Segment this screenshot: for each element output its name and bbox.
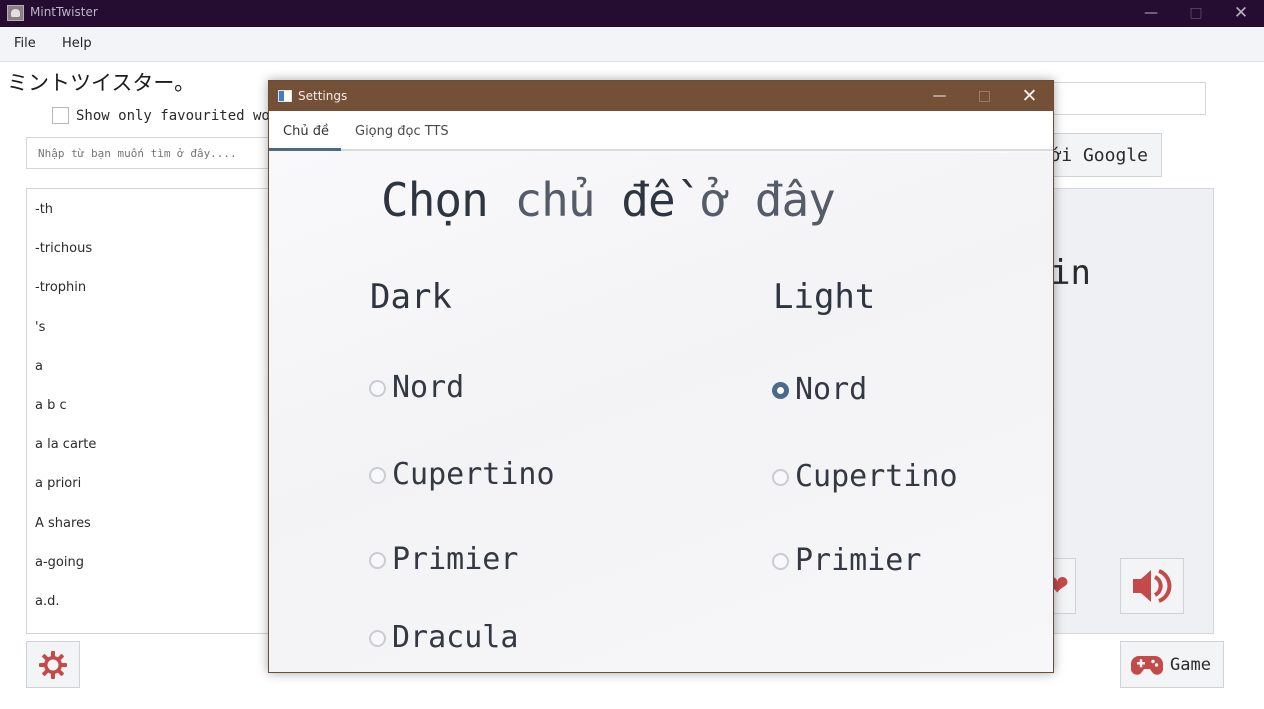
minimize-button[interactable]: — <box>1128 0 1174 27</box>
settings-gear-icon <box>39 650 67 679</box>
active-tab-indicator <box>269 148 341 151</box>
radio-button[interactable] <box>369 466 386 484</box>
theme-option-label: Primier <box>795 543 922 578</box>
theme-option-label: Nord <box>392 370 465 405</box>
tab-theme[interactable]: Chủ đề <box>283 124 329 139</box>
theme-option-label: Cupertino <box>392 457 555 492</box>
settings-dialog: Settings — □ ✕ Chủ đề Giọng đọc TTS Chọn… <box>268 80 1054 673</box>
main-title-bar: MintTwister — □ ✕ <box>0 0 1264 27</box>
list-item[interactable]: -trophin <box>35 280 86 295</box>
speaker-icon <box>1133 569 1172 603</box>
app-logo-text: ミントツイスター。 <box>7 71 196 95</box>
list-item[interactable]: -th <box>35 202 53 217</box>
list-item[interactable]: a la carte <box>35 437 96 452</box>
menu-file[interactable]: File <box>14 36 36 51</box>
theme-option-dark-dracula[interactable]: Dracula <box>369 621 518 655</box>
settings-tabs: Chủ đề Giọng đọc TTS <box>269 111 1053 151</box>
heading-word: đây <box>754 173 836 227</box>
list-item[interactable]: A shares <box>35 516 91 531</box>
list-item[interactable]: -trichous <box>35 241 92 256</box>
theme-option-light-primier[interactable]: Primier <box>772 544 921 578</box>
theme-option-label: Cupertino <box>795 459 958 494</box>
light-themes-label: Light <box>773 277 876 317</box>
list-item[interactable]: a.d. <box>35 594 59 609</box>
radio-button[interactable] <box>772 552 789 570</box>
gamepad-icon <box>1131 655 1163 675</box>
settings-title: Settings <box>298 89 348 103</box>
theme-option-dark-nord[interactable]: Nord <box>369 371 464 405</box>
theme-heading: Chọn chủ đề ở đây <box>381 173 836 227</box>
heading-word: ở <box>701 173 729 227</box>
secondary-input[interactable] <box>1030 82 1206 115</box>
theme-option-dark-primier[interactable]: Primier <box>369 543 518 577</box>
theme-option-label: Dracula <box>392 620 519 655</box>
heading-word: Chọn <box>381 173 489 227</box>
settings-title-bar: Settings — □ ✕ <box>269 81 1053 111</box>
tab-tts-voice[interactable]: Giọng đọc TTS <box>355 124 449 139</box>
dialog-maximize-button[interactable]: □ <box>962 81 1007 111</box>
window-title: MintTwister <box>30 5 98 19</box>
list-item[interactable]: a-going <box>35 555 84 570</box>
list-item[interactable]: a priori <box>35 476 81 491</box>
game-button-label: Game <box>1170 654 1211 675</box>
app-icon <box>7 5 24 21</box>
theme-option-light-cupertino[interactable]: Cupertino <box>772 460 958 494</box>
theme-option-label: Primier <box>392 542 519 577</box>
dark-themes-label: Dark <box>370 277 452 317</box>
dialog-icon <box>278 90 292 102</box>
radio-button[interactable] <box>369 629 386 647</box>
settings-button[interactable] <box>26 641 80 688</box>
radio-button-selected[interactable] <box>772 381 789 399</box>
list-item[interactable]: 's <box>35 320 45 335</box>
dialog-close-button[interactable]: ✕ <box>1007 81 1052 111</box>
detail-word-text: in <box>1050 253 1091 293</box>
heading-word: đề <box>621 173 675 227</box>
list-item[interactable]: a b c <box>35 398 67 413</box>
list-item[interactable]: a <box>35 359 43 374</box>
theme-option-light-nord[interactable]: Nord <box>772 373 867 407</box>
dialog-minimize-button[interactable]: — <box>917 81 962 111</box>
speak-button[interactable] <box>1120 558 1184 614</box>
search-input[interactable] <box>26 137 286 169</box>
menu-help[interactable]: Help <box>62 36 92 51</box>
game-button[interactable]: Game <box>1120 641 1224 688</box>
heading-word: chủ <box>514 173 595 227</box>
menu-bar: File Help <box>0 27 1264 62</box>
radio-button[interactable] <box>369 379 386 397</box>
favourite-filter-label[interactable]: Show only favourited words <box>76 108 268 124</box>
maximize-button[interactable]: □ <box>1173 0 1219 27</box>
theme-option-dark-cupertino[interactable]: Cupertino <box>369 458 555 492</box>
close-button[interactable]: ✕ <box>1218 0 1264 27</box>
theme-option-label: Nord <box>795 372 868 407</box>
theme-settings-panel: Chọn chủ đề ở đây Dark Light Nord Cupert… <box>269 153 1053 672</box>
radio-button[interactable] <box>772 468 789 486</box>
word-list[interactable]: -th -trichous -trophin 's a a b c a la c… <box>26 188 286 634</box>
radio-button[interactable] <box>369 551 386 569</box>
favourite-filter-checkbox[interactable] <box>52 107 69 124</box>
main-window: MintTwister — □ ✕ File Help ミントツイスター。 Sh… <box>0 0 1264 709</box>
